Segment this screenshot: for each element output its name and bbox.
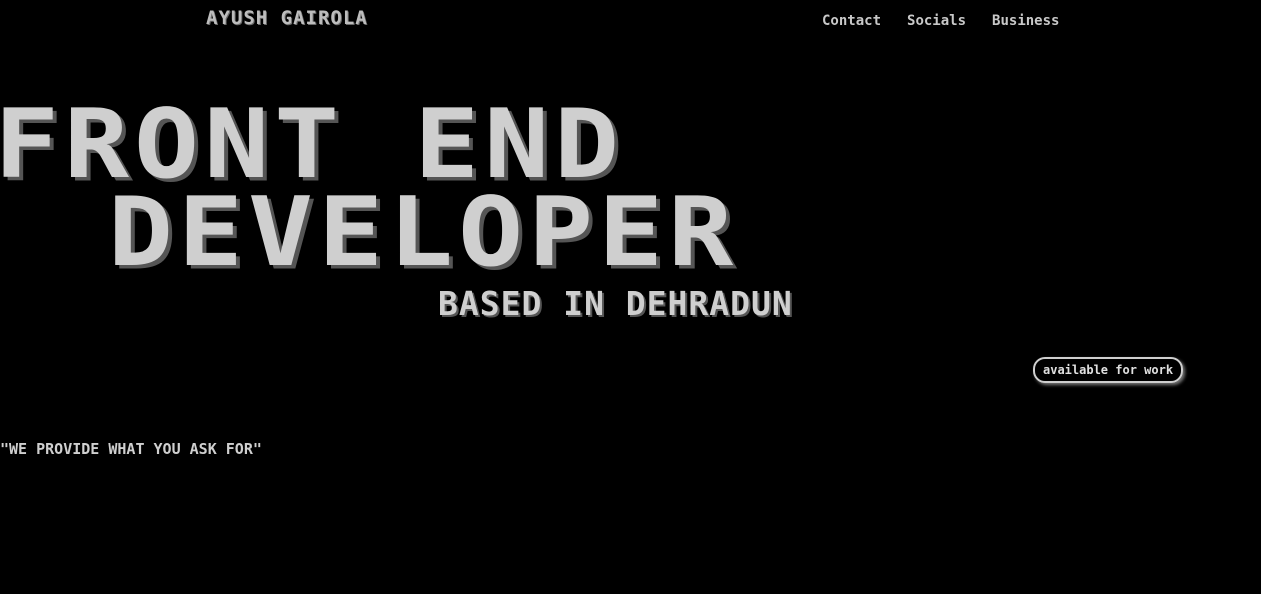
- tagline: "WE PROVIDE WHAT YOU ASK FOR": [0, 440, 262, 458]
- nav-link-socials[interactable]: Socials: [907, 13, 966, 29]
- location-subtitle: BASED IN DEHRADUN: [438, 284, 793, 323]
- nav-link-contact[interactable]: Contact: [822, 13, 881, 29]
- hero-title-line-2: DEVELOPER: [108, 178, 739, 289]
- brand-name[interactable]: AYUSH GAIROLA: [206, 7, 368, 29]
- main-nav: Contact Socials Business: [822, 13, 1059, 29]
- availability-badge[interactable]: available for work: [1033, 357, 1184, 383]
- nav-link-business[interactable]: Business: [992, 13, 1059, 29]
